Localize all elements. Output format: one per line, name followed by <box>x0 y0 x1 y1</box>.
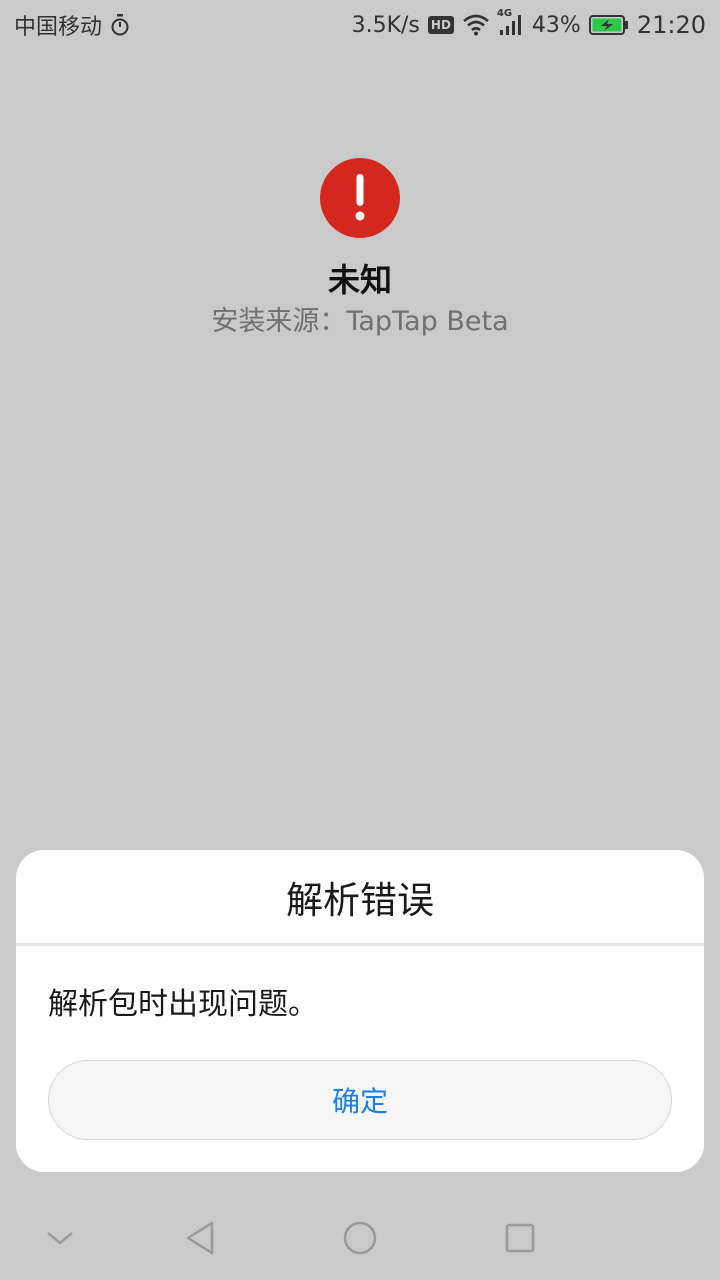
status-bar: 中国移动 3.5K/s HD 4G 43% 21:20 <box>0 0 720 50</box>
back-icon[interactable] <box>178 1216 222 1260</box>
network-type-label: 4G <box>496 8 513 19</box>
carrier-name: 中国移动 <box>14 15 103 40</box>
network-speed: 3.5K/s <box>351 12 420 38</box>
battery-charging-icon <box>588 14 629 36</box>
status-right: 3.5K/s HD 4G 43% 21:20 <box>351 8 706 39</box>
hd-badge: HD <box>427 16 454 34</box>
clock: 21:20 <box>636 11 706 39</box>
dialog-title: 解析错误 <box>16 850 704 946</box>
parse-error-dialog: 解析错误 解析包时出现问题。 确定 <box>16 850 704 1172</box>
error-exclamation-icon <box>320 158 400 238</box>
navigation-bar <box>0 1196 720 1280</box>
timer-icon <box>110 14 130 36</box>
confirm-button[interactable]: 确定 <box>48 1060 672 1140</box>
install-source: 安装来源：TapTap Beta <box>211 306 509 337</box>
home-icon[interactable] <box>338 1216 382 1260</box>
recents-icon[interactable] <box>498 1216 542 1260</box>
status-left: 中国移动 <box>14 9 130 41</box>
collapse-chevron-icon[interactable] <box>38 1216 82 1260</box>
signal-icon: 4G <box>497 8 524 36</box>
wifi-icon <box>462 14 490 36</box>
app-header: 未知 安装来源：TapTap Beta <box>0 158 720 340</box>
battery-percent: 43% <box>531 12 581 38</box>
dialog-message: 解析包时出现问题。 <box>48 987 318 1022</box>
app-name: 未知 <box>327 261 392 299</box>
